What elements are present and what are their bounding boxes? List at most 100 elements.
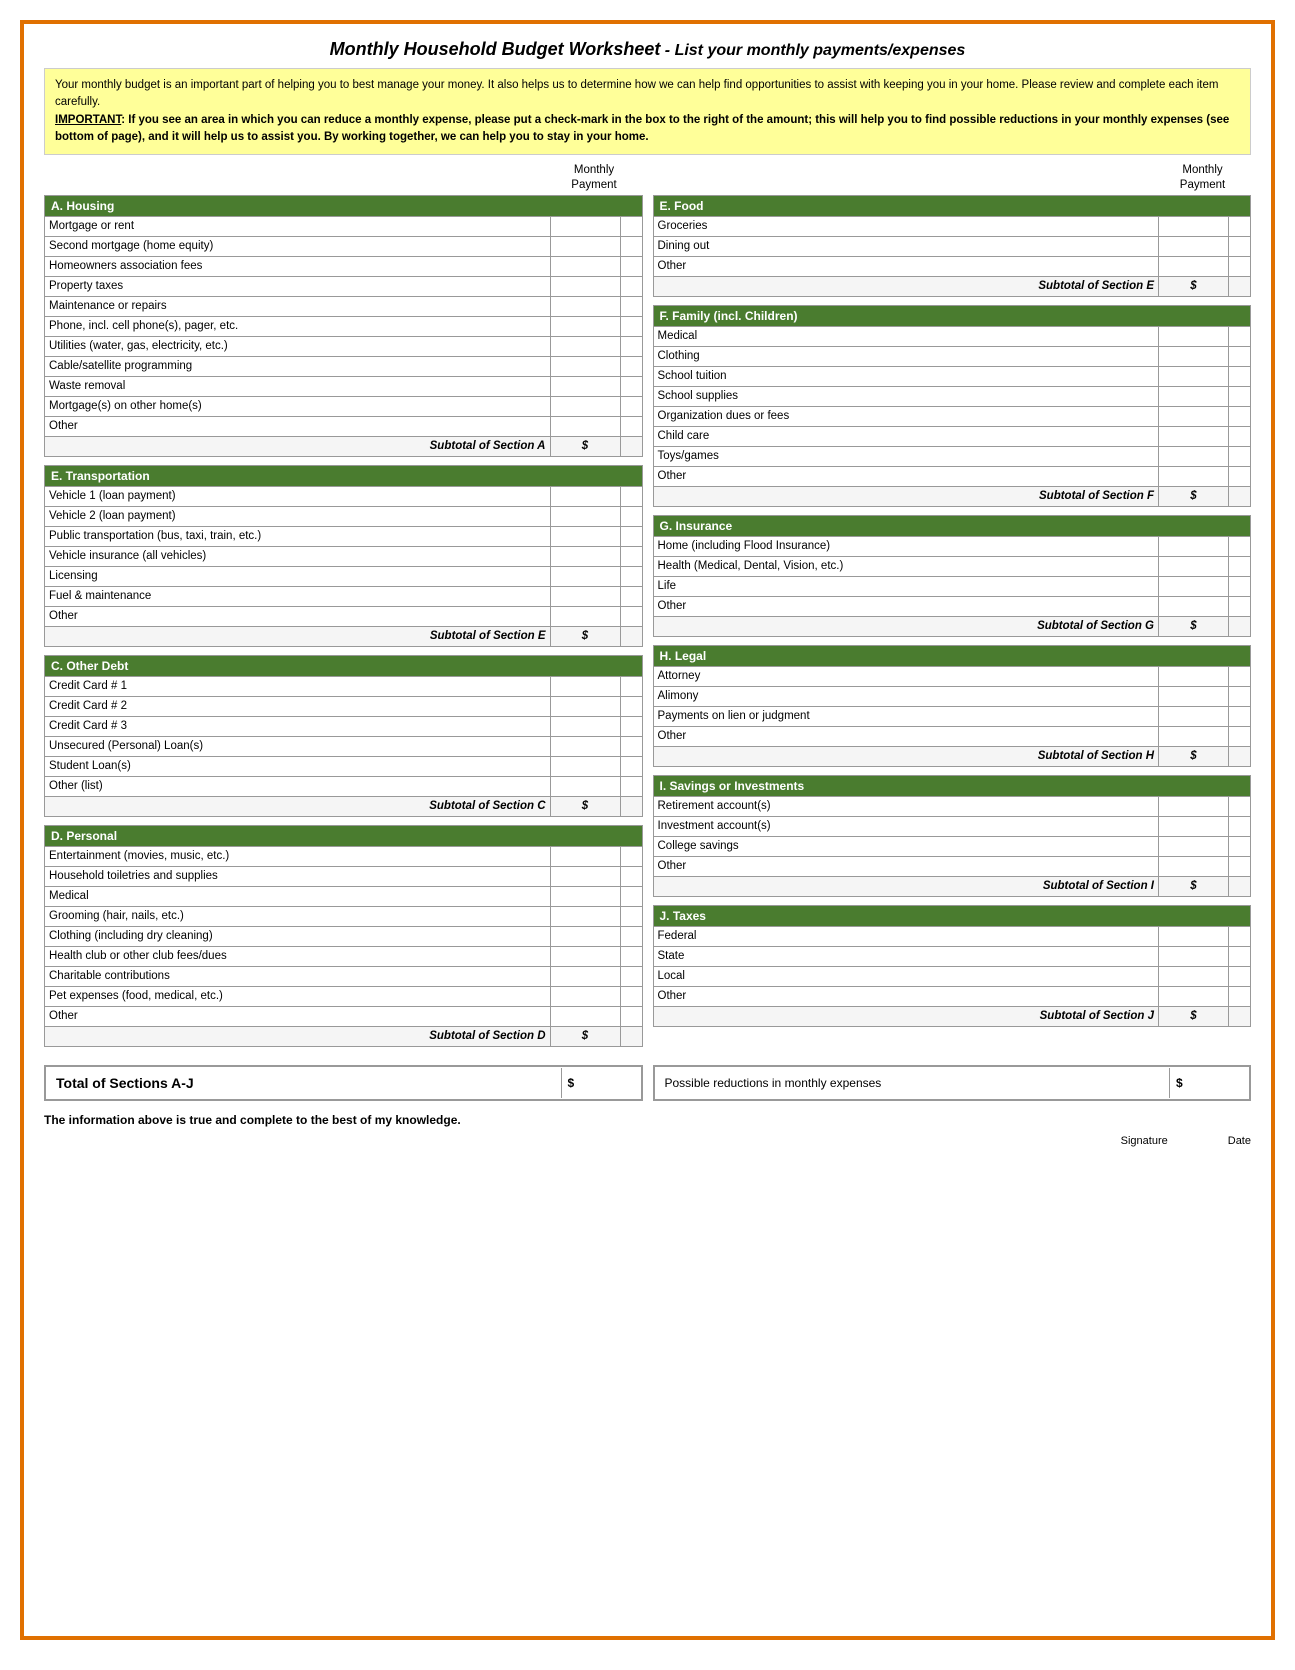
column-headers: MonthlyPayment MonthlyPayment (44, 163, 1251, 193)
debt-title: C. Other Debt (45, 655, 643, 676)
insurance-subtotal: Subtotal of Section G $ (653, 616, 1251, 636)
food-title: E. Food (653, 195, 1251, 216)
food-header-row: E. Food (653, 195, 1251, 216)
housing-item-1: Mortgage or rent (45, 216, 643, 236)
transport-item-4: Vehicle insurance (all vehicles) (45, 546, 643, 566)
debt-item-5: Student Loan(s) (45, 756, 643, 776)
transport-item-6: Fuel & maintenance (45, 586, 643, 606)
transport-item-2: Vehicle 2 (loan payment) (45, 506, 643, 526)
taxes-item-4: Other (653, 986, 1251, 1006)
transport-item-5: Licensing (45, 566, 643, 586)
legal-header-row: H. Legal (653, 645, 1251, 666)
page-title: Monthly Household Budget Worksheet - Lis… (44, 39, 1251, 60)
taxes-subtotal: Subtotal of Section J $ (653, 1006, 1251, 1026)
section-d-personal: D. Personal Entertainment (movies, music… (44, 825, 643, 1047)
total-section: Total of Sections A-J $ Possible reducti… (44, 1065, 1251, 1101)
savings-title: I. Savings or Investments (653, 775, 1251, 796)
legal-subtotal: Subtotal of Section H $ (653, 746, 1251, 766)
savings-table: I. Savings or Investments Retirement acc… (653, 775, 1252, 897)
taxes-item-3: Local (653, 966, 1251, 986)
date-label[interactable]: Date (1228, 1135, 1251, 1147)
section-j-taxes: J. Taxes Federal State Local Other Subto… (653, 905, 1252, 1027)
debt-item-2: Credit Card # 2 (45, 696, 643, 716)
housing-item-2: Second mortgage (home equity) (45, 236, 643, 256)
right-column: E. Food Groceries Dining out Other Subto… (653, 195, 1252, 1055)
personal-header-row: D. Personal (45, 825, 643, 846)
title-main: Monthly Household Budget Worksheet (330, 39, 661, 59)
section-e-food: E. Food Groceries Dining out Other Subto… (653, 195, 1252, 297)
main-grid: A. Housing Mortgage or rent Second mortg… (44, 195, 1251, 1055)
taxes-header-row: J. Taxes (653, 905, 1251, 926)
savings-item-3: College savings (653, 836, 1251, 856)
taxes-item-1: Federal (653, 926, 1251, 946)
food-item-2: Dining out (653, 236, 1251, 256)
section-a-housing: A. Housing Mortgage or rent Second mortg… (44, 195, 643, 457)
personal-item-8: Pet expenses (food, medical, etc.) (45, 986, 643, 1006)
food-table: E. Food Groceries Dining out Other Subto… (653, 195, 1252, 297)
taxes-title: J. Taxes (653, 905, 1251, 926)
family-item-3: School tuition (653, 366, 1251, 386)
personal-item-3: Medical (45, 886, 643, 906)
insurance-item-3: Life (653, 576, 1251, 596)
insurance-title: G. Insurance (653, 515, 1251, 536)
taxes-table: J. Taxes Federal State Local Other Subto… (653, 905, 1252, 1027)
legal-item-2: Alimony (653, 686, 1251, 706)
family-subtotal: Subtotal of Section F $ (653, 486, 1251, 506)
housing-table: A. Housing Mortgage or rent Second mortg… (44, 195, 643, 457)
family-header-row: F. Family (incl. Children) (653, 305, 1251, 326)
reductions-label: Possible reductions in monthly expenses (655, 1068, 1170, 1098)
housing-item-8: Cable/satellite programming (45, 356, 643, 376)
debt-item-6: Other (list) (45, 776, 643, 796)
transport-item-3: Public transportation (bus, taxi, train,… (45, 526, 643, 546)
family-item-6: Child care (653, 426, 1251, 446)
insurance-header-row: G. Insurance (653, 515, 1251, 536)
family-item-4: School supplies (653, 386, 1251, 406)
food-item-1: Groceries (653, 216, 1251, 236)
reductions-dollar[interactable]: $ (1169, 1068, 1249, 1098)
section-h-legal: H. Legal Attorney Alimony Payments on li… (653, 645, 1252, 767)
family-item-2: Clothing (653, 346, 1251, 366)
personal-item-7: Charitable contributions (45, 966, 643, 986)
debt-item-3: Credit Card # 3 (45, 716, 643, 736)
section-i-savings: I. Savings or Investments Retirement acc… (653, 775, 1252, 897)
insurance-table: G. Insurance Home (including Flood Insur… (653, 515, 1252, 637)
insurance-item-2: Health (Medical, Dental, Vision, etc.) (653, 556, 1251, 576)
section-e-transportation: E. Transportation Vehicle 1 (loan paymen… (44, 465, 643, 647)
personal-title: D. Personal (45, 825, 643, 846)
housing-item-5: Maintenance or repairs (45, 296, 643, 316)
total-label: Total of Sections A-J (46, 1067, 561, 1099)
housing-subtotal: Subtotal of Section A $ (45, 436, 643, 456)
transport-item-7: Other (45, 606, 643, 626)
personal-item-4: Grooming (hair, nails, etc.) (45, 906, 643, 926)
family-item-7: Toys/games (653, 446, 1251, 466)
insurance-item-1: Home (including Flood Insurance) (653, 536, 1251, 556)
transport-header-row: E. Transportation (45, 465, 643, 486)
transport-title: E. Transportation (45, 465, 643, 486)
savings-item-2: Investment account(s) (653, 816, 1251, 836)
housing-item-7: Utilities (water, gas, electricity, etc.… (45, 336, 643, 356)
taxes-item-2: State (653, 946, 1251, 966)
personal-item-6: Health club or other club fees/dues (45, 946, 643, 966)
worksheet-container: Monthly Household Budget Worksheet - Lis… (20, 20, 1275, 1640)
savings-header-row: I. Savings or Investments (653, 775, 1251, 796)
total-box-right: Possible reductions in monthly expenses … (653, 1065, 1252, 1101)
family-table: F. Family (incl. Children) Medical Cloth… (653, 305, 1252, 507)
debt-item-1: Credit Card # 1 (45, 676, 643, 696)
transportation-table: E. Transportation Vehicle 1 (loan paymen… (44, 465, 643, 647)
personal-table: D. Personal Entertainment (movies, music… (44, 825, 643, 1047)
transport-item-1: Vehicle 1 (loan payment) (45, 486, 643, 506)
family-item-5: Organization dues or fees (653, 406, 1251, 426)
savings-subtotal: Subtotal of Section I $ (653, 876, 1251, 896)
debt-header-row: C. Other Debt (45, 655, 643, 676)
family-item-8: Other (653, 466, 1251, 486)
debt-subtotal: Subtotal of Section C $ (45, 796, 643, 816)
total-dollar[interactable]: $ (561, 1068, 641, 1098)
intro-box: Your monthly budget is an important part… (44, 68, 1251, 155)
section-c-other-debt: C. Other Debt Credit Card # 1 Credit Car… (44, 655, 643, 817)
housing-item-4: Property taxes (45, 276, 643, 296)
housing-item-10: Mortgage(s) on other home(s) (45, 396, 643, 416)
section-g-insurance: G. Insurance Home (including Flood Insur… (653, 515, 1252, 637)
savings-item-1: Retirement account(s) (653, 796, 1251, 816)
left-column: A. Housing Mortgage or rent Second mortg… (44, 195, 643, 1055)
signature-label[interactable]: Signature (1121, 1135, 1168, 1147)
